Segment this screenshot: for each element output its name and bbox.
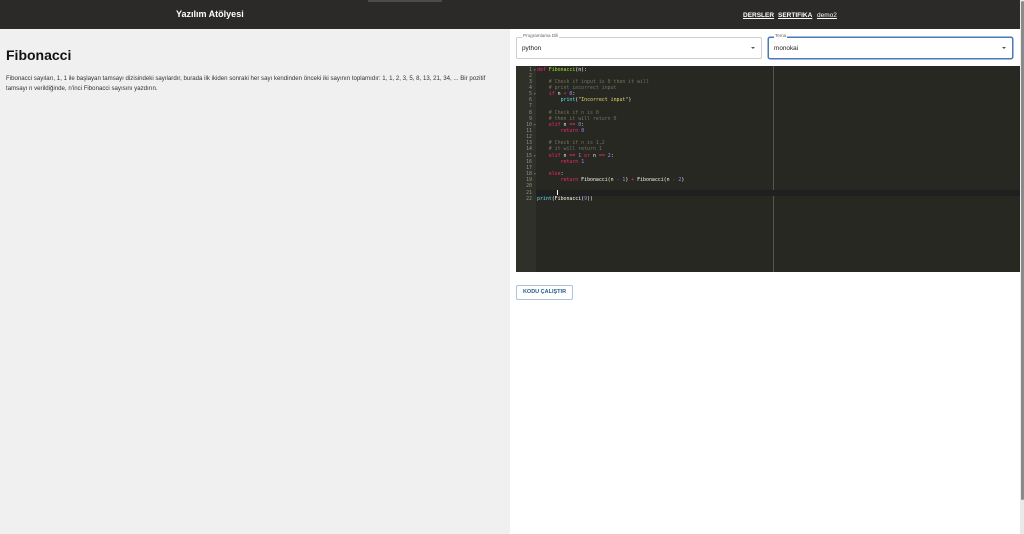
code-token: # then it will return 0 [548,115,617,122]
language-select-value: python [522,45,542,52]
code-token: # Check if n is 0 [548,109,599,116]
code-panel: Programlama Dili python Tema monokai 1 ▾ 2… [510,29,1020,534]
code-token: n [590,152,599,159]
code-token: # Check if n is 1,2 [548,140,605,147]
line-number: 22 [526,195,532,202]
scrollbar-thumb[interactable] [1020,1,1024,500]
code-token: else [548,171,561,178]
text-cursor [557,189,558,196]
navbar-accent-bar [368,0,442,2]
language-select-label: Programlama Dili [522,33,560,38]
code-token: ) [628,97,632,104]
code-token: return [560,128,579,134]
fold-arrow-icon[interactable]: ▾ [534,122,536,128]
code-token: return [560,177,579,184]
theme-select-value: monokai [774,45,799,52]
code-token: # it will return 1 [548,146,602,153]
theme-select[interactable]: Tema monokai [768,33,1013,59]
code-line: return 0 [537,128,585,134]
code-token: ) [681,177,685,184]
top-navbar: Yazılım Atölyesi DERSLER SERTIFIKA demo2 [0,0,1020,29]
language-select[interactable]: Programlama Dili python [516,33,762,59]
problem-description: Fibonacci sayıları, 1, 1 ile başlayan ta… [6,75,486,92]
code-token: print [537,195,552,202]
code-token: def [537,66,549,73]
code-token: )) [587,195,593,202]
code-line: return 1 [537,158,585,165]
dropdown-caret-icon [1002,47,1006,49]
nav-user-menu[interactable]: demo2 [817,12,837,19]
code-token: "Incorrect input" [578,97,629,104]
fold-arrow-icon[interactable]: ▾ [534,91,536,97]
code-token: : [610,152,614,159]
code-token: 1 [581,158,585,165]
code-token: Fibonacci [548,66,576,73]
code-token: Fibonacci(n [634,177,673,184]
code-editor[interactable]: 1 ▾ 2 3 4 5 ▾ 6 7 8 9 10 ▾ 11 12 13 14 15 ▾ 16 17 18 ▾ 19 20 21 22… [516,66,1020,272]
editor-gutter: 1 ▾ 2 3 4 5 ▾ 6 7 8 9 10 ▾ 11 12 13 14 15 ▾ 16 17 18 ▾ 19 20 21 22 [516,66,536,272]
code-token: : [581,121,585,128]
fold-arrow-icon[interactable]: ▾ [534,153,536,159]
code-token: print [560,97,576,104]
dropdown-caret-icon [751,47,755,49]
fold-arrow-icon[interactable]: ▾ [534,67,536,73]
code-token: (n): [575,66,588,73]
problem-title: Fibonacci [6,47,72,63]
theme-select-label: Tema [774,33,788,38]
code-token: elif [548,121,561,128]
code-line: return Fibonacci(n - 1) + Fibonacci(n - … [537,177,685,184]
brand-logo-text[interactable]: Yazılım Atölyesi [176,9,244,19]
nav-sertifika[interactable]: SERTIFIKA [778,12,812,19]
code-token: Fibonacci(n [578,177,617,184]
code-token: n [554,91,564,98]
fold-arrow-icon[interactable]: ▾ [534,171,536,177]
nav-dersler[interactable]: DERSLER [743,12,774,19]
code-token: : [560,171,564,178]
code-token: return [560,158,579,165]
code-token: # Check if input is 0 then it will [548,78,649,85]
code-token: : [572,91,576,98]
run-code-button[interactable]: KODU ÇALIŞTIR [516,285,573,300]
problem-panel: Fibonacci Fibonacci sayıları, 1, 1 ile b… [0,29,510,534]
code-line: print("Incorrect input") [537,97,632,104]
code-line: def Fibonacci(n): [537,67,587,73]
code-line [536,189,1020,196]
code-token: # print incorrect input [548,84,617,91]
code-token: (Fibonacci( [551,195,585,202]
editor-print-margin [773,66,774,272]
code-token: elif [548,152,561,159]
page-scrollbar[interactable] [1020,0,1024,534]
code-line: print(Fibonacci(9)) [537,196,593,202]
code-token: 0 [581,128,585,134]
